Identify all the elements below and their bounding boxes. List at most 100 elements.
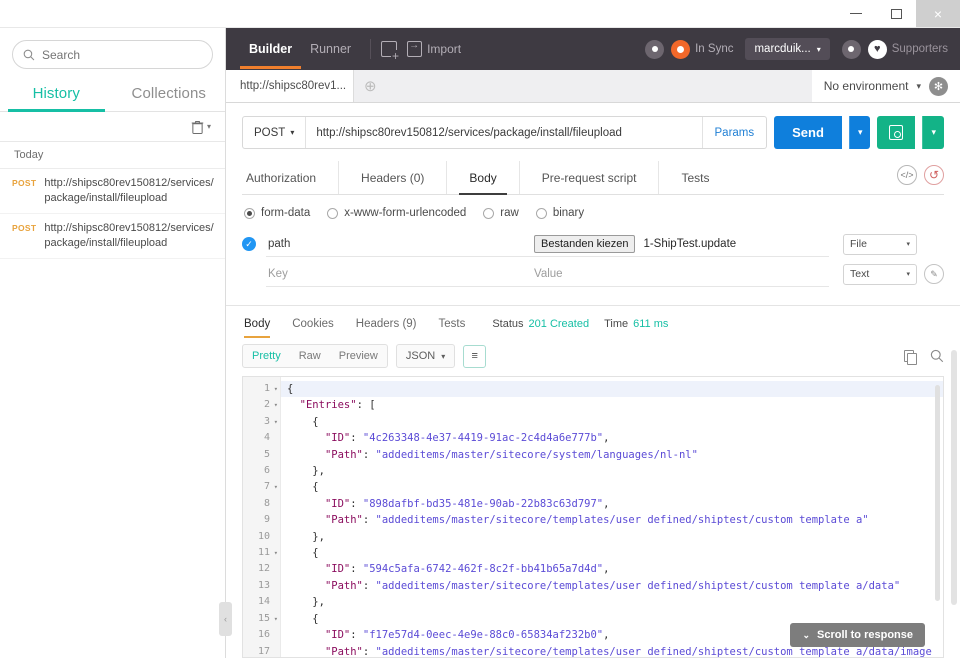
line-number: 2 ▾ (263, 399, 278, 411)
undo-icon[interactable]: ↺ (924, 165, 944, 185)
sidebar-collapse-handle[interactable]: ‹ (219, 602, 232, 636)
user-menu-button[interactable]: marcduik... ▾ (745, 38, 830, 60)
body-type-urlencoded[interactable]: x-www-form-urlencoded (327, 207, 466, 219)
line-number: 12 (257, 563, 270, 575)
trash-icon[interactable] (191, 120, 204, 134)
line-number: 15 ▾ (257, 612, 278, 624)
code-line: { (281, 381, 943, 398)
window-maximize-button[interactable] (876, 0, 916, 27)
heart-icon[interactable]: ♥ (867, 39, 887, 59)
tab-pre-request-script[interactable]: Pre-request script (520, 161, 660, 194)
code-content[interactable]: { "Entries": [ { "ID": "4c263348-4e37-44… (281, 377, 943, 657)
view-mode-raw[interactable]: Raw (290, 345, 330, 367)
topbar-tab-runner[interactable]: Runner (301, 30, 360, 68)
user-label: marcduik... (754, 43, 811, 55)
code-line: }, (287, 465, 325, 478)
line-number: 16 (257, 629, 270, 641)
import-icon (407, 40, 423, 57)
sync-label: In Sync (695, 43, 734, 55)
url-input[interactable] (306, 117, 702, 148)
body-type-binary[interactable]: binary (535, 207, 584, 219)
history-list-item[interactable]: POST http://shipsc80rev150812/services/p… (0, 169, 225, 214)
form-data-type-select[interactable]: File ▾ (843, 233, 917, 255)
code-line: { (287, 547, 319, 560)
request-section-tabs: Authorization Headers (0) Body Pre-reque… (242, 161, 944, 195)
form-data-key-placeholder[interactable]: Key (266, 261, 532, 287)
word-wrap-icon[interactable]: ≡ (463, 344, 487, 368)
sidebar-tab-collections[interactable]: Collections (113, 77, 226, 111)
save-request-button[interactable] (877, 116, 916, 149)
form-data-key[interactable]: path (266, 231, 532, 257)
import-button[interactable]: Import (407, 40, 461, 57)
copy-icon[interactable] (904, 349, 917, 365)
add-request-tab-button[interactable]: ⊕ (354, 70, 387, 102)
sidebar-tab-history[interactable]: History (0, 77, 113, 112)
body-type-raw[interactable]: raw (483, 207, 519, 219)
body-type-label: raw (500, 207, 519, 219)
form-data-empty-row: Key Value Text ▾ ✎ (242, 259, 944, 289)
view-mode-pretty[interactable]: Pretty (243, 345, 290, 367)
response-tab-tests[interactable]: Tests (428, 318, 477, 338)
row-enabled-checkbox[interactable]: ✓ (242, 237, 256, 251)
send-options-button[interactable]: ▾ (848, 116, 871, 149)
response-tab-cookies[interactable]: Cookies (281, 318, 345, 338)
code-brackets-icon[interactable]: </> (897, 165, 917, 185)
body-type-label: x-www-form-urlencoded (344, 207, 467, 219)
network-icon[interactable] (645, 39, 665, 59)
view-mode-preview[interactable]: Preview (330, 345, 387, 367)
url-bar: POST ▾ Params Send ▾ ▾ (226, 103, 960, 149)
history-day-label: Today (0, 142, 225, 169)
response-tab-body[interactable]: Body (242, 318, 281, 338)
topbar-tab-builder[interactable]: Builder (240, 30, 302, 69)
pencil-icon[interactable]: ✎ (924, 264, 944, 284)
scroll-to-response-button[interactable]: ⌄ Scroll to response (790, 623, 925, 647)
eye-icon[interactable]: ✻ (929, 76, 948, 96)
body-type-radios: form-data x-www-form-urlencoded raw bina… (226, 195, 960, 219)
response-body-viewer[interactable]: 1▾2▾3▾4567▾891011▾12131415▾1617 1819▾202… (242, 376, 944, 658)
search-input[interactable] (42, 47, 202, 62)
code-line: "Path": "addeditems/master/sitecore/temp… (324, 579, 901, 592)
body-type-form-data[interactable]: form-data (244, 207, 310, 219)
http-method-select[interactable]: POST ▾ (243, 117, 307, 148)
search-box[interactable] (12, 40, 213, 69)
save-disk-icon (889, 125, 904, 140)
line-number: 14 (257, 596, 270, 608)
line-number: 13 (257, 579, 270, 591)
request-tab[interactable]: http://shipsc80rev1... (226, 70, 354, 102)
sync-status-icon[interactable] (671, 39, 691, 59)
sidebar-tabs: History Collections (0, 77, 225, 112)
trash-caret-icon[interactable]: ▾ (207, 122, 211, 131)
chevron-down-icon: ⌄ (802, 629, 811, 640)
chevron-down-icon: ▾ (906, 271, 910, 278)
new-tab-button[interactable] (381, 41, 401, 62)
tab-headers[interactable]: Headers (0) (339, 161, 448, 194)
window-close-button[interactable]: × (916, 0, 960, 27)
tab-authorization[interactable]: Authorization (242, 161, 340, 194)
search-icon[interactable] (930, 349, 944, 363)
body-type-label: form-data (261, 207, 311, 219)
history-list-item[interactable]: POST http://shipsc80rev150812/services/p… (0, 214, 225, 259)
code-scrollbar[interactable] (935, 385, 940, 601)
response-tabs: Body Cookies Headers (9) Tests Status 20… (226, 306, 960, 338)
page-scrollbar[interactable] (951, 350, 957, 605)
window-minimize-button[interactable] (836, 0, 876, 27)
choose-file-button[interactable]: Bestanden kiezen (534, 234, 636, 253)
form-data-type-select[interactable]: Text ▾ (843, 263, 917, 285)
tab-tests[interactable]: Tests (659, 161, 731, 194)
response-tab-headers[interactable]: Headers (9) (345, 318, 428, 338)
postman-app-window: × History Collections (0, 0, 960, 658)
chevron-down-icon: ▾ (816, 44, 821, 54)
params-button[interactable]: Params (701, 117, 767, 148)
main-split: History Collections ▾ Today POST http://… (0, 28, 960, 658)
tab-body[interactable]: Body (447, 161, 520, 195)
wrench-icon[interactable] (841, 39, 861, 59)
send-button[interactable]: Send (774, 116, 842, 149)
response-format-select[interactable]: JSON ▾ (395, 344, 456, 368)
code-line: }, (287, 596, 325, 609)
environment-label[interactable]: No environment (824, 79, 909, 93)
save-options-button[interactable]: ▾ (922, 116, 944, 149)
form-data-value-placeholder[interactable]: Value (532, 261, 829, 287)
line-number-gutter: 1▾2▾3▾4567▾891011▾12131415▾1617 1819▾202… (243, 377, 281, 657)
line-number: 8 (263, 497, 270, 509)
chevron-down-icon[interactable]: ▾ (916, 81, 921, 92)
